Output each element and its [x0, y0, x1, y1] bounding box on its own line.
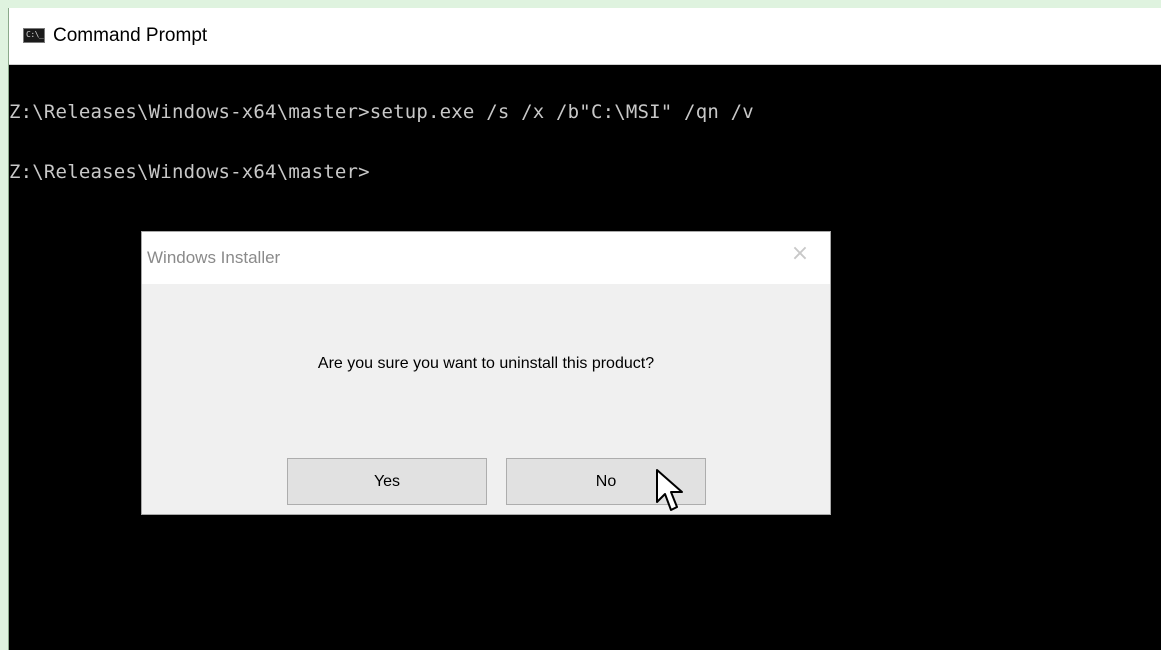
dialog-titlebar[interactable]: Windows Installer ×: [142, 232, 830, 284]
windows-installer-dialog: Windows Installer × Are you sure you wan…: [141, 231, 831, 515]
console-line: Z:\Releases\Windows-x64\master>: [9, 161, 370, 183]
command-prompt-window: C:\_ Command Prompt Z:\Releases\Windows-…: [8, 8, 1161, 650]
window-titlebar[interactable]: C:\_ Command Prompt: [9, 8, 1161, 65]
window-title: Command Prompt: [53, 25, 208, 46]
dialog-message: Are you sure you want to uninstall this …: [317, 355, 655, 372]
command-prompt-icon: C:\_: [23, 28, 45, 43]
dialog-title: Windows Installer: [147, 248, 281, 267]
close-icon[interactable]: ×: [790, 243, 810, 265]
mouse-pointer-icon: [656, 469, 683, 511]
console-line: Z:\Releases\Windows-x64\master>setup.exe…: [9, 101, 754, 123]
command-prompt-icon-glyph: C:\_: [26, 30, 44, 39]
yes-button[interactable]: Yes: [287, 458, 487, 505]
